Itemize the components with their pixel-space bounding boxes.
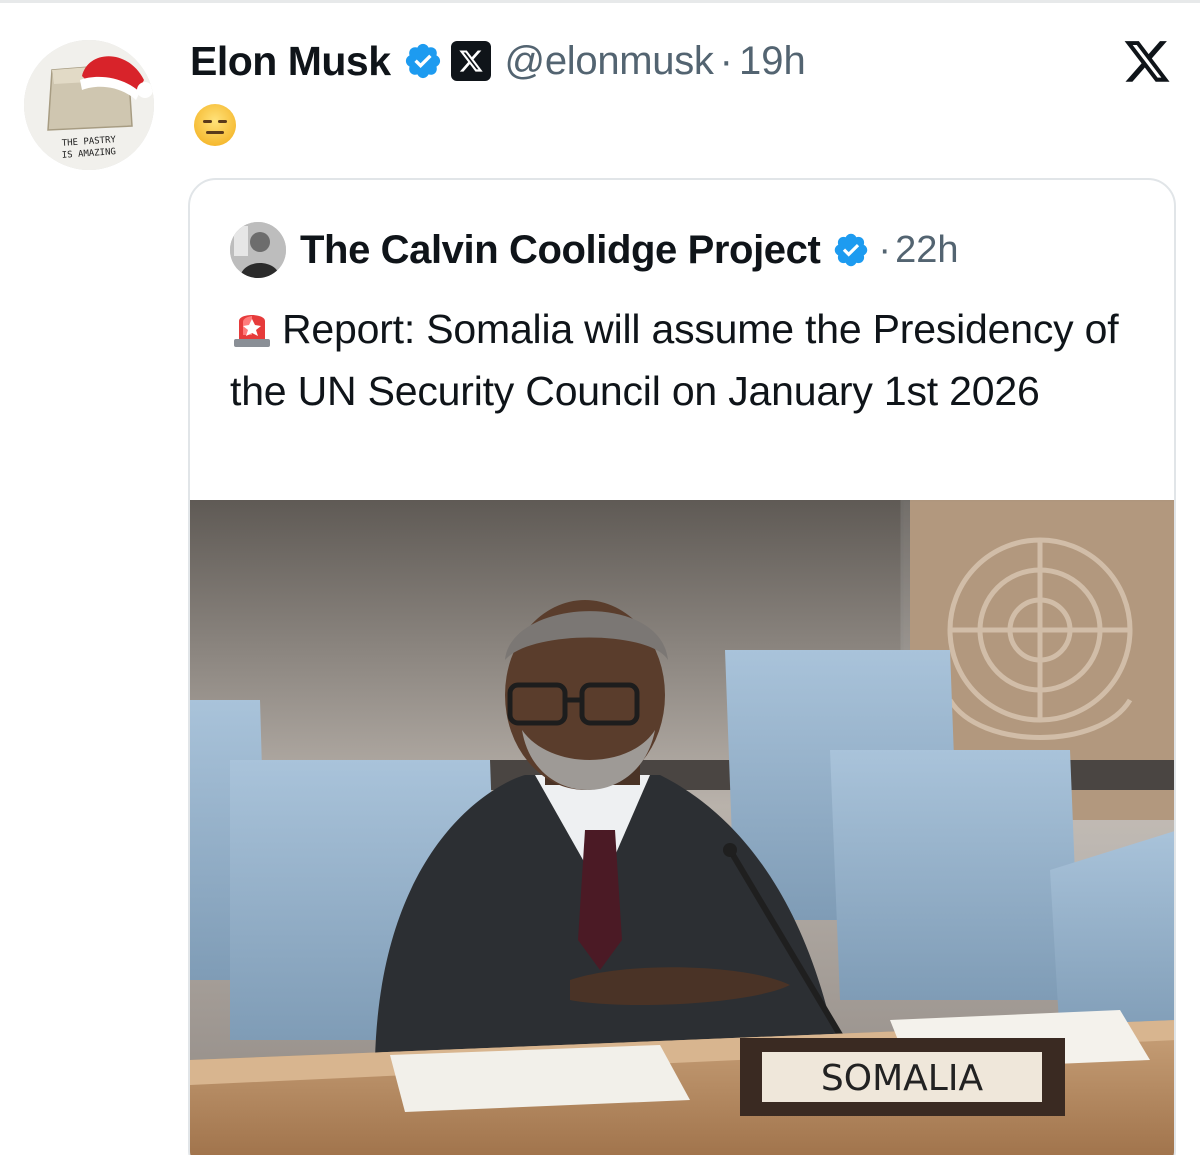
quoted-tweet-image[interactable]: SOMALIA [190,500,1174,1155]
quoted-tweet-text: Report: Somalia will assume the Presiden… [230,298,1140,422]
tweet-header: Elon Musk @elonmusk · 19h [190,36,806,86]
quoted-tweet-text-content: Report: Somalia will assume the Presiden… [230,306,1119,414]
avatar-image: THE PASTRY IS AMAZING [24,40,154,170]
quoted-tweet-header: The Calvin Coolidge Project · 22h [230,222,958,278]
quoted-tweet-timestamp[interactable]: 22h [895,229,958,272]
verified-badge-icon[interactable] [832,231,870,269]
top-divider [0,0,1200,3]
quoted-author-name[interactable]: The Calvin Coolidge Project [300,228,821,273]
x-logo-icon [1124,41,1170,82]
verified-badge-icon[interactable] [403,41,443,81]
nameplate-text: SOMALIA [821,1058,984,1099]
quoted-header-separator: · [878,228,892,271]
police-siren-emoji [234,315,270,347]
quoted-tweet-card[interactable]: The Calvin Coolidge Project · 22h Report… [188,178,1176,1155]
tweet-timestamp[interactable]: 19h [739,39,806,84]
author-display-name[interactable]: Elon Musk [190,38,391,85]
un-security-council-photo: SOMALIA [190,500,1174,1155]
expressionless-face-emoji [194,104,236,146]
x-affiliate-badge-icon[interactable] [450,41,491,81]
quoted-author-avatar[interactable] [230,222,286,278]
author-avatar[interactable]: THE PASTRY IS AMAZING [24,40,154,170]
header-separator: · [719,38,733,83]
author-handle[interactable]: @elonmusk [505,39,714,84]
